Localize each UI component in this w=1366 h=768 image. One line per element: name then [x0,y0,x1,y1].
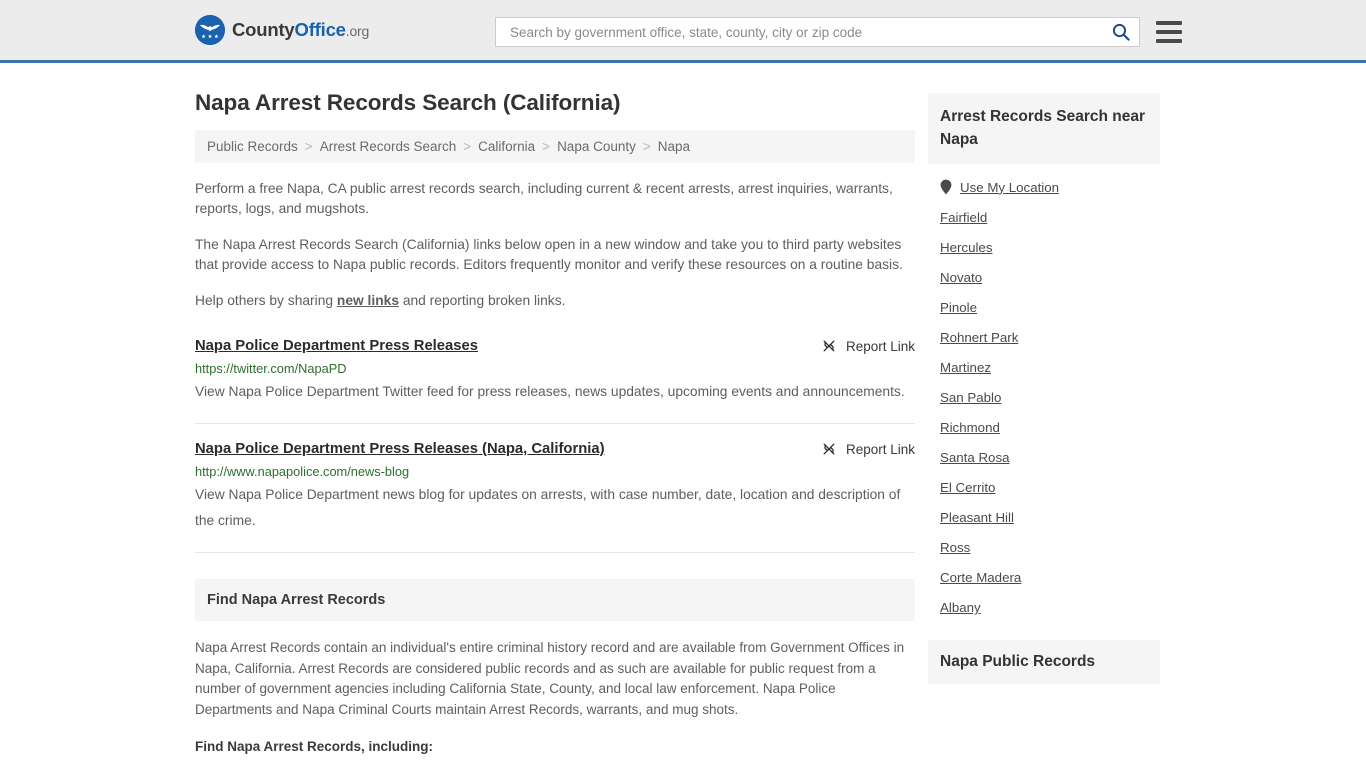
napa-public-records-heading: Napa Public Records [928,640,1160,684]
broken-link-icon [821,338,837,354]
city-link[interactable]: Ross [940,540,970,555]
search-input[interactable] [508,23,1111,41]
report-link-label: Report Link [845,338,915,354]
logo-text-county: County [232,19,295,40]
sidebar-item-albany[interactable]: Albany [940,592,1148,622]
result-description: View Napa Police Department Twitter feed… [195,384,905,399]
sidebar-item-san-pablo[interactable]: San Pablo [940,382,1148,412]
page-body: Napa Arrest Records Search (California) … [0,63,1366,768]
sidebar-item-santa-rosa[interactable]: Santa Rosa [940,442,1148,472]
sidebar-links-list: Use My Location Fairfield Hercules Novat… [928,164,1160,622]
breadcrumb-item-california[interactable]: California [478,139,535,154]
page-title: Napa Arrest Records Search (California) [195,90,621,115]
breadcrumb-item-napa-county[interactable]: Napa County [557,139,636,154]
find-records-section-heading: Find Napa Arrest Records [195,579,915,621]
sidebar-item-rohnert-park[interactable]: Rohnert Park [940,322,1148,352]
logo-text-org: .org [345,23,370,39]
search-icon[interactable] [1111,22,1131,42]
city-link[interactable]: San Pablo [940,390,1001,405]
city-link[interactable]: Richmond [940,420,1000,435]
sidebar-item-novato[interactable]: Novato [940,262,1148,292]
report-link-button[interactable]: Report Link [805,440,915,457]
breadcrumb-separator: > [542,139,551,154]
header-search-area [495,17,1182,47]
result-header: Napa Police Department Press Releases Re… [195,337,915,356]
hamburger-bar-1 [1156,21,1182,25]
result-title-link[interactable]: Napa Police Department Press Releases (N… [195,440,605,459]
sidebar-item-el-cerrito[interactable]: El Cerrito [940,472,1148,502]
city-link[interactable]: Albany [940,600,981,615]
sidebar-item-use-my-location[interactable]: Use My Location [940,164,1148,202]
hamburger-menu-icon[interactable] [1156,21,1182,43]
breadcrumb-separator: > [463,139,472,154]
result-description: View Napa Police Department news blog fo… [195,487,901,528]
site-header: CountyOffice.org [0,0,1366,63]
logo-text-office: Office [294,19,346,40]
find-records-body-text: Napa Arrest Records contain an individua… [195,640,905,717]
site-logo[interactable]: CountyOffice.org [195,15,369,45]
sidebar-item-ross[interactable]: Ross [940,532,1148,562]
city-link[interactable]: Fairfield [940,210,987,225]
sidebar-item-pleasant-hill[interactable]: Pleasant Hill [940,502,1148,532]
result-item: Napa Police Department Press Releases (N… [195,440,915,553]
share-text-after: and reporting broken links. [399,293,566,308]
city-link[interactable]: Hercules [940,240,992,255]
nearby-search-panel: Arrest Records Search near Napa Use My L… [928,93,1160,622]
result-url: https://twitter.com/NapaPD [195,361,347,376]
broken-link-icon [821,441,837,457]
breadcrumb-item-arrest-records-search[interactable]: Arrest Records Search [320,139,457,154]
sidebar-item-pinole[interactable]: Pinole [940,292,1148,322]
breadcrumb-separator: > [304,139,313,154]
sidebar-item-richmond[interactable]: Richmond [940,412,1148,442]
eagle-shield-icon [195,15,225,45]
search-box[interactable] [495,17,1140,47]
results-list: Napa Police Department Press Releases Re… [195,337,915,553]
city-link[interactable]: Pinole [940,300,977,315]
sidebar-item-corte-madera[interactable]: Corte Madera [940,562,1148,592]
city-link[interactable]: El Cerrito [940,480,995,495]
map-pin-icon [940,179,952,195]
find-records-list-lead: Find Napa Arrest Records, including: [195,739,434,754]
intro-paragraph-1: Perform a free Napa, CA public arrest re… [195,181,893,216]
city-link[interactable]: Martinez [940,360,991,375]
sidebar-heading: Arrest Records Search near Napa [928,93,1160,164]
city-link[interactable]: Novato [940,270,982,285]
breadcrumb: Public Records > Arrest Records Search >… [195,130,915,163]
logo-wordmark: CountyOffice.org [232,19,369,41]
report-link-label: Report Link [845,441,915,457]
main-content: Napa Arrest Records Search (California) … [195,63,915,768]
city-link[interactable]: Pleasant Hill [940,510,1014,525]
hamburger-bar-3 [1156,39,1182,43]
sidebar-item-fairfield[interactable]: Fairfield [940,202,1148,232]
sidebar-item-martinez[interactable]: Martinez [940,352,1148,382]
result-item: Napa Police Department Press Releases Re… [195,337,915,424]
report-link-button[interactable]: Report Link [805,337,915,354]
new-links-link[interactable]: new links [337,293,399,308]
sidebar: Arrest Records Search near Napa Use My L… [928,63,1160,684]
breadcrumb-item-napa[interactable]: Napa [658,139,690,154]
result-header: Napa Police Department Press Releases (N… [195,440,915,459]
result-url: http://www.napapolice.com/news-blog [195,464,410,479]
sidebar-item-hercules[interactable]: Hercules [940,232,1148,262]
breadcrumb-separator: > [642,139,651,154]
intro-paragraph-2: The Napa Arrest Records Search (Californ… [195,237,903,272]
city-link[interactable]: Corte Madera [940,570,1021,585]
share-links-paragraph: Help others by sharing new links and rep… [195,291,915,311]
hamburger-bar-2 [1156,30,1182,34]
breadcrumb-item-public-records[interactable]: Public Records [207,139,298,154]
city-link[interactable]: Rohnert Park [940,330,1018,345]
city-link[interactable]: Santa Rosa [940,450,1009,465]
result-title-link[interactable]: Napa Police Department Press Releases [195,337,478,356]
use-my-location-label[interactable]: Use My Location [960,180,1059,195]
share-text-before: Help others by sharing [195,293,337,308]
find-records-section-body: Napa Arrest Records contain an individua… [195,638,915,768]
